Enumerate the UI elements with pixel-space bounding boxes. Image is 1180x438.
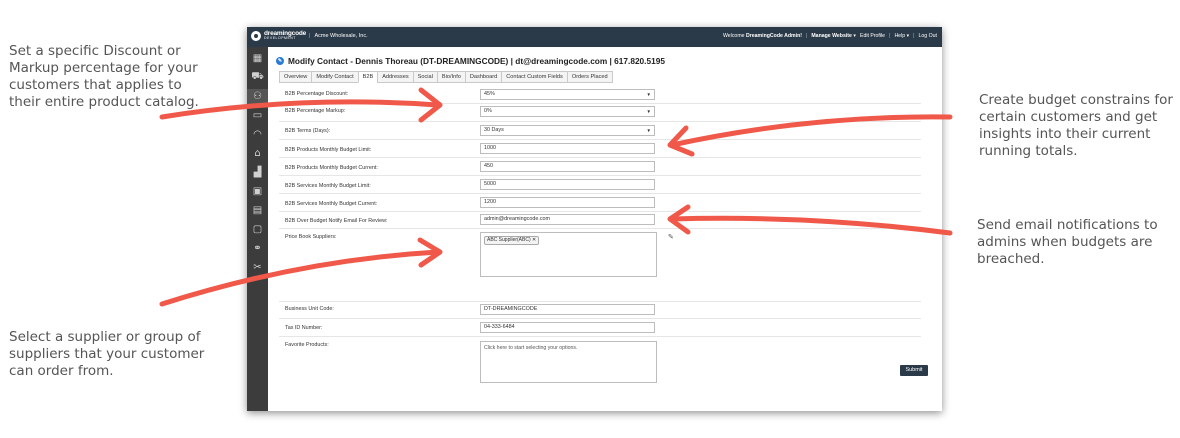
arrow-email [669,215,953,236]
arrow-supplier [159,249,441,307]
arrow-discount [159,99,440,120]
arrow-budget [669,114,953,148]
annotation-arrows [159,87,953,307]
